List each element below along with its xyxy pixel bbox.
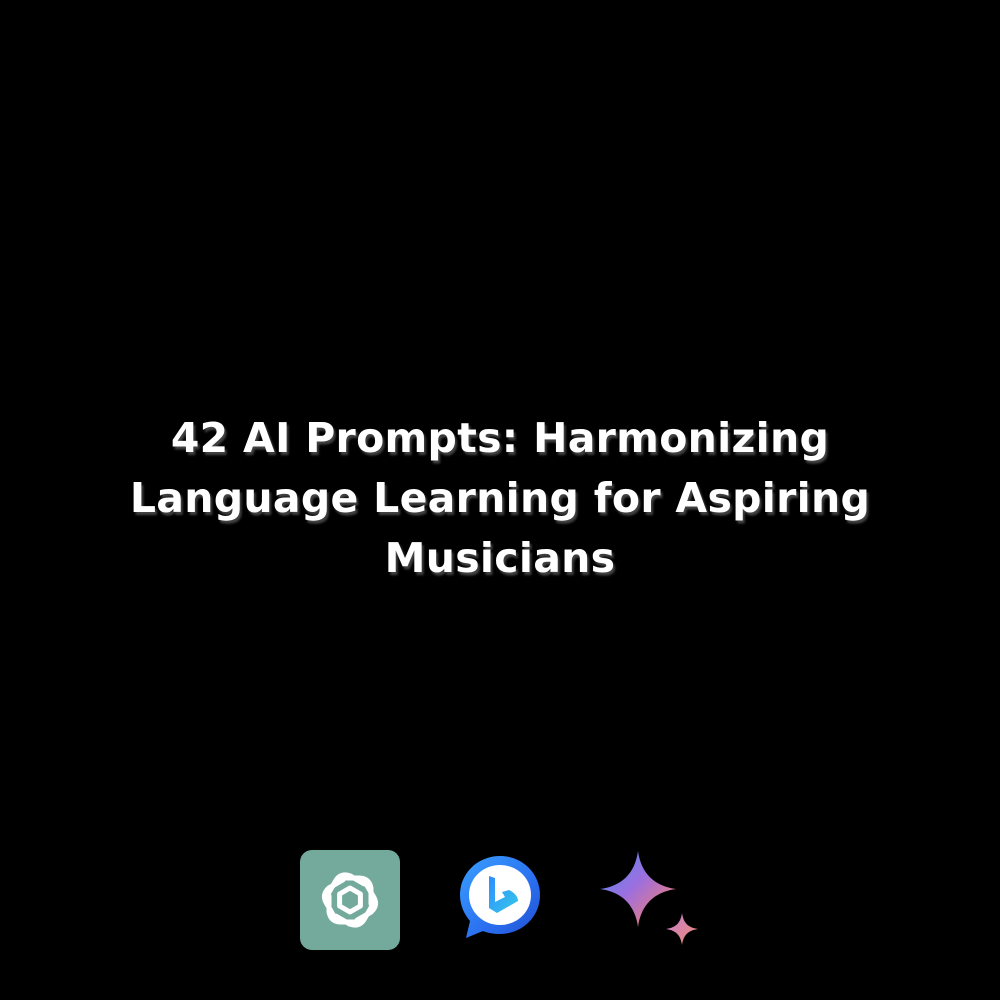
- bing-chat-logo-icon: [456, 852, 544, 942]
- title-line-2: Language Learning for Aspiring: [129, 474, 871, 522]
- chatgpt-logo-icon: [300, 850, 400, 950]
- title-line-1: 42 AI Prompts: Harmonizing: [170, 414, 830, 462]
- poster-title: 42 AI Prompts: Harmonizing Language Lear…: [60, 408, 940, 588]
- gemini-sparkle-logo-icon: [598, 849, 702, 953]
- title-line-3: Musicians: [384, 534, 616, 582]
- poster-canvas: 42 AI Prompts: Harmonizing Language Lear…: [0, 0, 1000, 1000]
